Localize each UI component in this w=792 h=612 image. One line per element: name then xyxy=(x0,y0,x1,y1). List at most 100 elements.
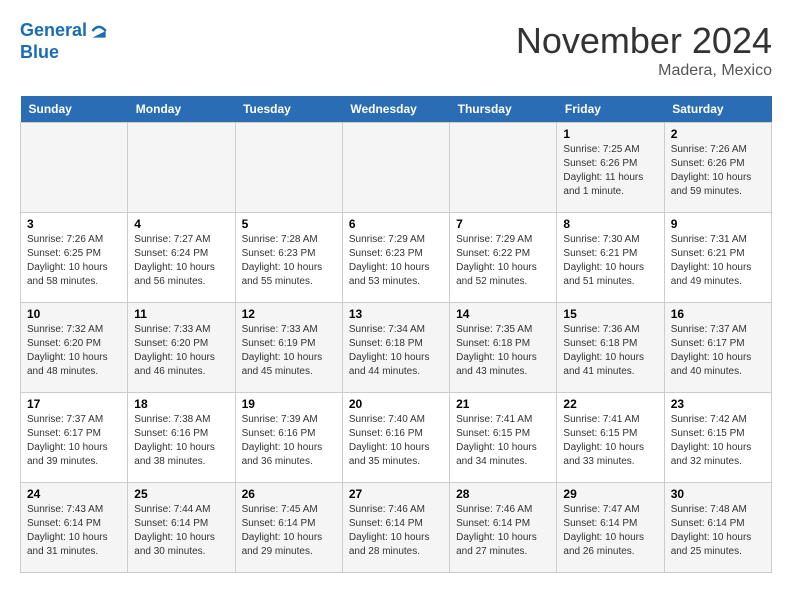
header-monday: Monday xyxy=(128,96,235,123)
calendar-header: SundayMondayTuesdayWednesdayThursdayFrid… xyxy=(21,96,772,123)
day-number: 28 xyxy=(456,487,550,501)
day-number: 25 xyxy=(134,487,228,501)
day-number: 1 xyxy=(563,127,657,141)
day-info: Sunrise: 7:32 AM Sunset: 6:20 PM Dayligh… xyxy=(27,323,121,379)
day-number: 9 xyxy=(671,217,765,231)
day-number: 8 xyxy=(563,217,657,231)
logo: General Blue xyxy=(20,20,109,63)
day-number: 6 xyxy=(349,217,443,231)
day-number: 4 xyxy=(134,217,228,231)
day-info: Sunrise: 7:39 AM Sunset: 6:16 PM Dayligh… xyxy=(242,413,336,469)
day-number: 11 xyxy=(134,307,228,321)
logo-line2: Blue xyxy=(20,42,59,64)
day-number: 17 xyxy=(27,397,121,411)
day-cell: 28 Sunrise: 7:46 AM Sunset: 6:14 PM Dayli… xyxy=(450,483,557,573)
day-cell: 18 Sunrise: 7:38 AM Sunset: 6:16 PM Dayli… xyxy=(128,393,235,483)
day-cell: 27Sunrise: 7:46 AM Sunset: 6:14 PM Dayli… xyxy=(342,483,449,573)
day-cell: 10 Sunrise: 7:32 AM Sunset: 6:20 PM Dayli… xyxy=(21,303,128,393)
day-info: Sunrise: 7:27 AM Sunset: 6:24 PM Dayligh… xyxy=(134,233,228,289)
day-info: Sunrise: 7:29 AM Sunset: 6:22 PM Dayligh… xyxy=(456,233,550,289)
day-cell: 8 Sunrise: 7:30 AM Sunset: 6:21 PM Daylig… xyxy=(557,213,664,303)
day-info: Sunrise: 7:30 AM Sunset: 6:21 PM Dayligh… xyxy=(563,233,657,289)
day-info: Sunrise: 7:31 AM Sunset: 6:21 PM Dayligh… xyxy=(671,233,765,289)
day-info: Sunrise: 7:37 AM Sunset: 6:17 PM Dayligh… xyxy=(27,413,121,469)
day-number: 18 xyxy=(134,397,228,411)
header-thursday: Thursday xyxy=(450,96,557,123)
day-number: 23 xyxy=(671,397,765,411)
day-cell: 14 Sunrise: 7:35 AM Sunset: 6:18 PM Dayli… xyxy=(450,303,557,393)
day-info: Sunrise: 7:34 AM Sunset: 6:18 PM Dayligh… xyxy=(349,323,443,379)
day-number: 15 xyxy=(563,307,657,321)
day-cell: 7Sunrise: 7:29 AM Sunset: 6:22 PM Daylig… xyxy=(450,213,557,303)
week-row-1: 1Sunrise: 7:25 AM Sunset: 6:26 PM Daylig… xyxy=(21,123,772,213)
day-number: 21 xyxy=(456,397,550,411)
day-cell: 30 Sunrise: 7:48 AM Sunset: 6:14 PM Dayli… xyxy=(664,483,771,573)
day-number: 5 xyxy=(242,217,336,231)
day-number: 26 xyxy=(242,487,336,501)
day-info: Sunrise: 7:29 AM Sunset: 6:23 PM Dayligh… xyxy=(349,233,443,289)
day-number: 13 xyxy=(349,307,443,321)
day-info: Sunrise: 7:35 AM Sunset: 6:18 PM Dayligh… xyxy=(456,323,550,379)
day-cell: 15 Sunrise: 7:36 AM Sunset: 6:18 PM Dayli… xyxy=(557,303,664,393)
day-cell xyxy=(342,123,449,213)
day-info: Sunrise: 7:47 AM Sunset: 6:14 PM Dayligh… xyxy=(563,503,657,559)
day-number: 29 xyxy=(563,487,657,501)
week-row-3: 10 Sunrise: 7:32 AM Sunset: 6:20 PM Dayli… xyxy=(21,303,772,393)
day-number: 2 xyxy=(671,127,765,141)
title-block: November 2024 Madera, Mexico xyxy=(516,20,772,80)
day-cell: 12 Sunrise: 7:33 AM Sunset: 6:19 PM Dayli… xyxy=(235,303,342,393)
day-number: 27 xyxy=(349,487,443,501)
day-cell: 17 Sunrise: 7:37 AM Sunset: 6:17 PM Dayli… xyxy=(21,393,128,483)
header-friday: Friday xyxy=(557,96,664,123)
day-number: 19 xyxy=(242,397,336,411)
day-number: 14 xyxy=(456,307,550,321)
calendar-table: SundayMondayTuesdayWednesdayThursdayFrid… xyxy=(20,96,772,573)
day-number: 24 xyxy=(27,487,121,501)
day-cell xyxy=(21,123,128,213)
day-info: Sunrise: 7:40 AM Sunset: 6:16 PM Dayligh… xyxy=(349,413,443,469)
day-cell xyxy=(450,123,557,213)
header-wednesday: Wednesday xyxy=(342,96,449,123)
logo-text: General xyxy=(20,20,109,42)
day-cell: 9 Sunrise: 7:31 AM Sunset: 6:21 PM Daylig… xyxy=(664,213,771,303)
day-info: Sunrise: 7:38 AM Sunset: 6:16 PM Dayligh… xyxy=(134,413,228,469)
day-number: 3 xyxy=(27,217,121,231)
day-number: 20 xyxy=(349,397,443,411)
day-cell: 13 Sunrise: 7:34 AM Sunset: 6:18 PM Dayli… xyxy=(342,303,449,393)
day-cell: 3 Sunrise: 7:26 AM Sunset: 6:25 PM Daylig… xyxy=(21,213,128,303)
day-info: Sunrise: 7:41 AM Sunset: 6:15 PM Dayligh… xyxy=(456,413,550,469)
day-info: Sunrise: 7:26 AM Sunset: 6:26 PM Dayligh… xyxy=(671,143,765,199)
day-info: Sunrise: 7:26 AM Sunset: 6:25 PM Dayligh… xyxy=(27,233,121,289)
day-number: 16 xyxy=(671,307,765,321)
day-number: 10 xyxy=(27,307,121,321)
day-info: Sunrise: 7:41 AM Sunset: 6:15 PM Dayligh… xyxy=(563,413,657,469)
day-info: Sunrise: 7:37 AM Sunset: 6:17 PM Dayligh… xyxy=(671,323,765,379)
day-info: Sunrise: 7:46 AM Sunset: 6:14 PM Dayligh… xyxy=(456,503,550,559)
day-cell: 24 Sunrise: 7:43 AM Sunset: 6:14 PM Dayli… xyxy=(21,483,128,573)
day-info: Sunrise: 7:28 AM Sunset: 6:23 PM Dayligh… xyxy=(242,233,336,289)
page-header: General Blue November 2024 Madera, Mexic… xyxy=(20,20,772,80)
day-number: 30 xyxy=(671,487,765,501)
day-info: Sunrise: 7:33 AM Sunset: 6:19 PM Dayligh… xyxy=(242,323,336,379)
month-title: November 2024 xyxy=(516,20,772,62)
day-cell: 26 Sunrise: 7:45 AM Sunset: 6:14 PM Dayli… xyxy=(235,483,342,573)
location: Madera, Mexico xyxy=(516,62,772,80)
day-cell xyxy=(235,123,342,213)
header-saturday: Saturday xyxy=(664,96,771,123)
day-info: Sunrise: 7:44 AM Sunset: 6:14 PM Dayligh… xyxy=(134,503,228,559)
day-info: Sunrise: 7:48 AM Sunset: 6:14 PM Dayligh… xyxy=(671,503,765,559)
day-cell: 11 Sunrise: 7:33 AM Sunset: 6:20 PM Dayli… xyxy=(128,303,235,393)
day-info: Sunrise: 7:45 AM Sunset: 6:14 PM Dayligh… xyxy=(242,503,336,559)
day-cell: 20 Sunrise: 7:40 AM Sunset: 6:16 PM Dayli… xyxy=(342,393,449,483)
day-cell: 29 Sunrise: 7:47 AM Sunset: 6:14 PM Dayli… xyxy=(557,483,664,573)
day-info: Sunrise: 7:36 AM Sunset: 6:18 PM Dayligh… xyxy=(563,323,657,379)
day-cell: 4 Sunrise: 7:27 AM Sunset: 6:24 PM Daylig… xyxy=(128,213,235,303)
day-info: Sunrise: 7:43 AM Sunset: 6:14 PM Dayligh… xyxy=(27,503,121,559)
day-number: 12 xyxy=(242,307,336,321)
week-row-2: 3 Sunrise: 7:26 AM Sunset: 6:25 PM Daylig… xyxy=(21,213,772,303)
week-row-4: 17 Sunrise: 7:37 AM Sunset: 6:17 PM Dayli… xyxy=(21,393,772,483)
day-cell: 5 Sunrise: 7:28 AM Sunset: 6:23 PM Daylig… xyxy=(235,213,342,303)
day-cell: 23Sunrise: 7:42 AM Sunset: 6:15 PM Dayli… xyxy=(664,393,771,483)
day-cell: 6 Sunrise: 7:29 AM Sunset: 6:23 PM Daylig… xyxy=(342,213,449,303)
day-info: Sunrise: 7:33 AM Sunset: 6:20 PM Dayligh… xyxy=(134,323,228,379)
